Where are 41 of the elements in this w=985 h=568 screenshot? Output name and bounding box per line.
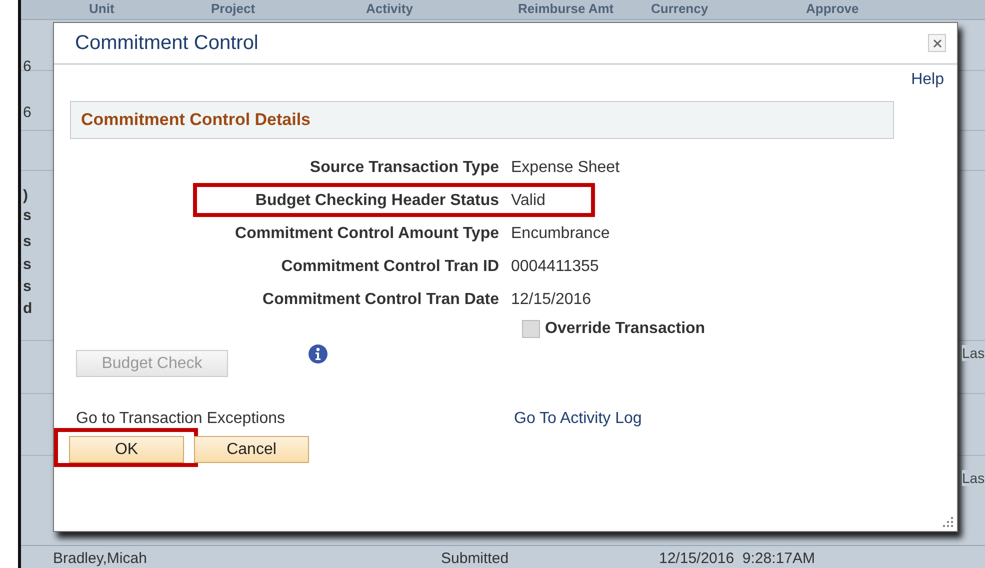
field-value: Valid xyxy=(511,192,546,210)
column-header: Reimburse Amt xyxy=(518,1,614,16)
table-cell: Submitted xyxy=(441,550,509,567)
table-cell: 12/15/2016 9:28:17AM xyxy=(659,550,815,567)
table-cell: ) xyxy=(23,187,28,204)
column-header: Project xyxy=(211,1,256,16)
table-cell: 6 xyxy=(23,104,32,121)
table-cell: d xyxy=(23,300,32,317)
table-cell: Las xyxy=(962,470,985,486)
column-header: Approve xyxy=(806,1,859,16)
close-icon xyxy=(932,38,942,48)
link[interactable]: Go To Activity Log xyxy=(514,410,642,428)
table-cell: 6 xyxy=(23,58,32,75)
field-label: Budget Checking Header Status xyxy=(255,192,500,210)
field-value: Expense Sheet xyxy=(511,158,621,176)
table-cell: s xyxy=(23,233,32,250)
table-cell: s xyxy=(23,256,32,273)
cancel-button[interactable]: Cancel xyxy=(194,436,309,463)
checkbox-label: Override Transaction xyxy=(545,320,706,338)
field-value: Encumbrance xyxy=(511,224,611,242)
field-label: Commitment Control Tran Date xyxy=(262,290,500,308)
field-value: 12/15/2016 xyxy=(511,290,592,308)
link[interactable]: Go to Transaction Exceptions xyxy=(76,410,514,428)
column-header: Currency xyxy=(651,1,708,16)
column-header: Unit xyxy=(89,1,114,16)
table-cell: s xyxy=(23,278,32,295)
field-label: Commitment Control Tran ID xyxy=(281,258,500,276)
table-cell: Las xyxy=(962,345,985,361)
help-link[interactable]: Help xyxy=(911,71,944,93)
table-cell: Bradley,Micah xyxy=(53,550,147,567)
section-header: Commitment Control Details xyxy=(70,101,894,139)
ok-button[interactable]: OK xyxy=(69,436,184,463)
table-cell: s xyxy=(23,207,32,224)
resize-grip-icon[interactable] xyxy=(942,516,954,528)
close-button[interactable] xyxy=(928,34,946,52)
field-label: Source Transaction Type xyxy=(310,158,500,176)
info-icon[interactable] xyxy=(308,344,328,364)
field-value: 0004411355 xyxy=(511,258,600,276)
dialog-title: Commitment Control xyxy=(75,32,258,54)
column-header: Activity xyxy=(366,1,413,16)
field-label: Commitment Control Amount Type xyxy=(235,224,500,242)
